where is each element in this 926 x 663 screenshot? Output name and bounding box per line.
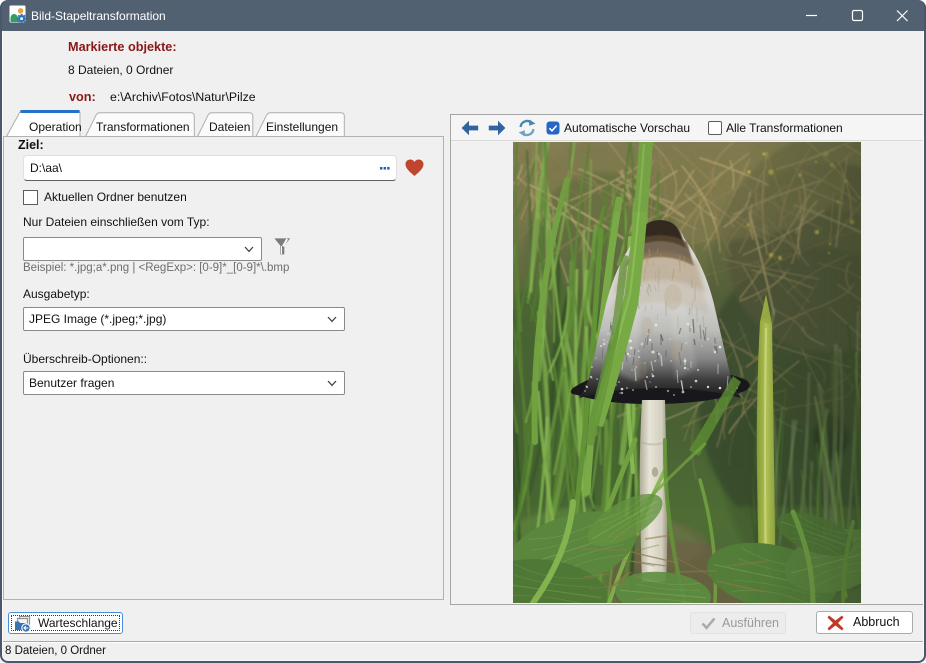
svg-text:Dateien: Dateien: [209, 120, 250, 134]
svg-text:Operation: Operation: [29, 120, 82, 134]
svg-text:Transformationen: Transformationen: [96, 120, 190, 134]
svg-text:Einstellungen: Einstellungen: [266, 120, 338, 134]
